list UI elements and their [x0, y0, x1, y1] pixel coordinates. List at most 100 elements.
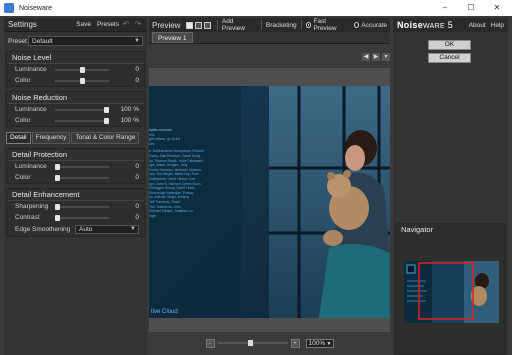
- slider-label: Luminance: [15, 163, 47, 170]
- slider-row: Sharpening 0: [7, 201, 144, 212]
- arrow-left-icon[interactable]: ◀: [362, 53, 370, 61]
- zoom-bar: - + 100% ▼: [149, 336, 390, 350]
- zoom-value: 100%: [308, 339, 326, 347]
- noise-level-title: Noise Level: [7, 52, 144, 64]
- slider-label: Luminance: [15, 66, 47, 73]
- slider-thumb[interactable]: [55, 203, 60, 210]
- about-button[interactable]: About: [469, 22, 486, 29]
- brand-logo: Noiseware 5: [397, 20, 464, 30]
- navigator-panel: Navigator: [395, 223, 506, 355]
- slider-value: 0: [135, 66, 139, 73]
- undo-icon[interactable]: ↶: [123, 21, 131, 28]
- slider-thumb[interactable]: [104, 117, 109, 124]
- credit-line: ces.: [149, 141, 156, 146]
- app-icon: [4, 3, 14, 13]
- menu-icon[interactable]: ▾: [382, 53, 390, 61]
- slider[interactable]: [55, 77, 109, 85]
- split-vertical-icon[interactable]: [195, 21, 203, 29]
- preset-select[interactable]: Default ▼: [28, 36, 143, 46]
- zoom-track: [217, 342, 288, 344]
- slider-thumb[interactable]: [104, 106, 109, 113]
- edge-smoothening-select[interactable]: Auto ▼: [75, 225, 139, 234]
- preview-tabs: Preview 1: [149, 32, 390, 44]
- tab-detail[interactable]: Detail: [6, 132, 31, 144]
- splash-cloud-text: tive Cloud: [151, 309, 178, 315]
- slider-row: Luminance 0: [7, 161, 144, 172]
- slider-label: Luminance: [15, 106, 47, 113]
- navigator-thumbnail[interactable]: [404, 261, 499, 323]
- slider-value: 0: [135, 163, 139, 170]
- fast-preview-radio[interactable]: [305, 22, 312, 28]
- detail-protection-title: Detail Protection: [7, 149, 144, 161]
- tab-frequency[interactable]: Frequency: [31, 132, 71, 144]
- preset-row: Preset Default ▼: [4, 35, 147, 47]
- slider[interactable]: [55, 117, 109, 125]
- slider-value: 0: [135, 77, 139, 84]
- preset-label: Preset: [8, 37, 27, 45]
- brand-version: 5: [447, 20, 454, 30]
- detail-enhancement-section: Detail Enhancement Sharpening 0 Contrast 0 …: [6, 188, 145, 237]
- zoom-slider[interactable]: [217, 339, 288, 347]
- cancel-button[interactable]: Cancel: [428, 53, 471, 63]
- toolbar-divider: [216, 20, 218, 30]
- slider-track: [55, 216, 109, 219]
- slider-track: [55, 119, 109, 122]
- preset-value: Default: [32, 37, 53, 45]
- slider-thumb[interactable]: [55, 163, 60, 170]
- arrow-right-icon[interactable]: ▶: [372, 53, 380, 61]
- slider-thumb[interactable]: [79, 66, 85, 73]
- slider-label: Color: [15, 174, 31, 181]
- noise-level-section: Noise Level Luminance 0 Color 0: [6, 51, 145, 87]
- presets-button[interactable]: Presets: [97, 21, 119, 28]
- chevron-down-icon: ▼: [326, 340, 332, 347]
- slider[interactable]: [55, 66, 109, 74]
- slider-track: [55, 205, 109, 208]
- slider[interactable]: [55, 203, 109, 211]
- slider-thumb[interactable]: [55, 174, 60, 181]
- preview-panel: Preview Add Preview Bracketing Fast Prev…: [149, 18, 390, 355]
- slider[interactable]: [55, 106, 109, 114]
- slider-value: 100 %: [120, 106, 139, 113]
- preview-title: Preview: [152, 20, 181, 30]
- redo-icon[interactable]: ↷: [135, 21, 143, 28]
- zoom-select[interactable]: 100% ▼: [305, 338, 334, 348]
- close-button[interactable]: ✕: [484, 0, 510, 16]
- slider[interactable]: [55, 214, 109, 222]
- save-button[interactable]: Save: [76, 21, 91, 28]
- add-preview-button[interactable]: Add Preview: [222, 18, 257, 32]
- slider-value: 0: [135, 214, 139, 221]
- fast-preview-label: Fast Preview: [313, 18, 337, 32]
- slider-thumb[interactable]: [79, 77, 85, 84]
- zoom-thumb[interactable]: [247, 340, 253, 346]
- toolbar-divider: [260, 20, 262, 30]
- tab-preview-1[interactable]: Preview 1: [152, 32, 193, 43]
- splash-credits: rights reserved. ens gal notices, go to t…: [149, 128, 241, 218]
- slider-label: Color: [15, 117, 31, 124]
- single-view-icon[interactable]: [186, 21, 194, 29]
- split-horizontal-icon[interactable]: [204, 21, 211, 29]
- edge-smoothening-row: Edge Smoothening Auto ▼: [7, 223, 144, 236]
- slider[interactable]: [55, 174, 109, 182]
- help-button[interactable]: Help: [491, 22, 504, 29]
- slider-row: Luminance 100 %: [7, 104, 144, 115]
- zoom-out-button[interactable]: -: [205, 338, 215, 348]
- minimize-button[interactable]: –: [432, 0, 458, 16]
- slider-label: Sharpening: [15, 203, 49, 210]
- bracketing-button[interactable]: Bracketing: [266, 22, 297, 29]
- maximize-button[interactable]: ☐: [458, 0, 484, 16]
- slider-thumb[interactable]: [55, 214, 60, 221]
- title-bar: Noiseware – ☐ ✕: [0, 0, 512, 16]
- ok-button[interactable]: OK: [428, 40, 471, 50]
- accurate-label: Accurate: [361, 21, 388, 29]
- tab-tonal-color-range[interactable]: Tonal & Color Range: [71, 132, 140, 144]
- edge-smoothening-value: Auto: [79, 226, 93, 233]
- zoom-in-button[interactable]: +: [290, 338, 300, 348]
- slider-value: 100 %: [120, 117, 139, 124]
- slider-row: Luminance 0: [7, 64, 144, 75]
- edge-smoothening-label: Edge Smoothening: [15, 226, 71, 233]
- toolbar-divider: [300, 20, 302, 30]
- accurate-radio[interactable]: [353, 22, 360, 28]
- slider[interactable]: [55, 163, 109, 171]
- preview-image[interactable]: rights reserved. ens gal notices, go to t…: [149, 68, 390, 332]
- slider-label: Contrast: [15, 214, 40, 221]
